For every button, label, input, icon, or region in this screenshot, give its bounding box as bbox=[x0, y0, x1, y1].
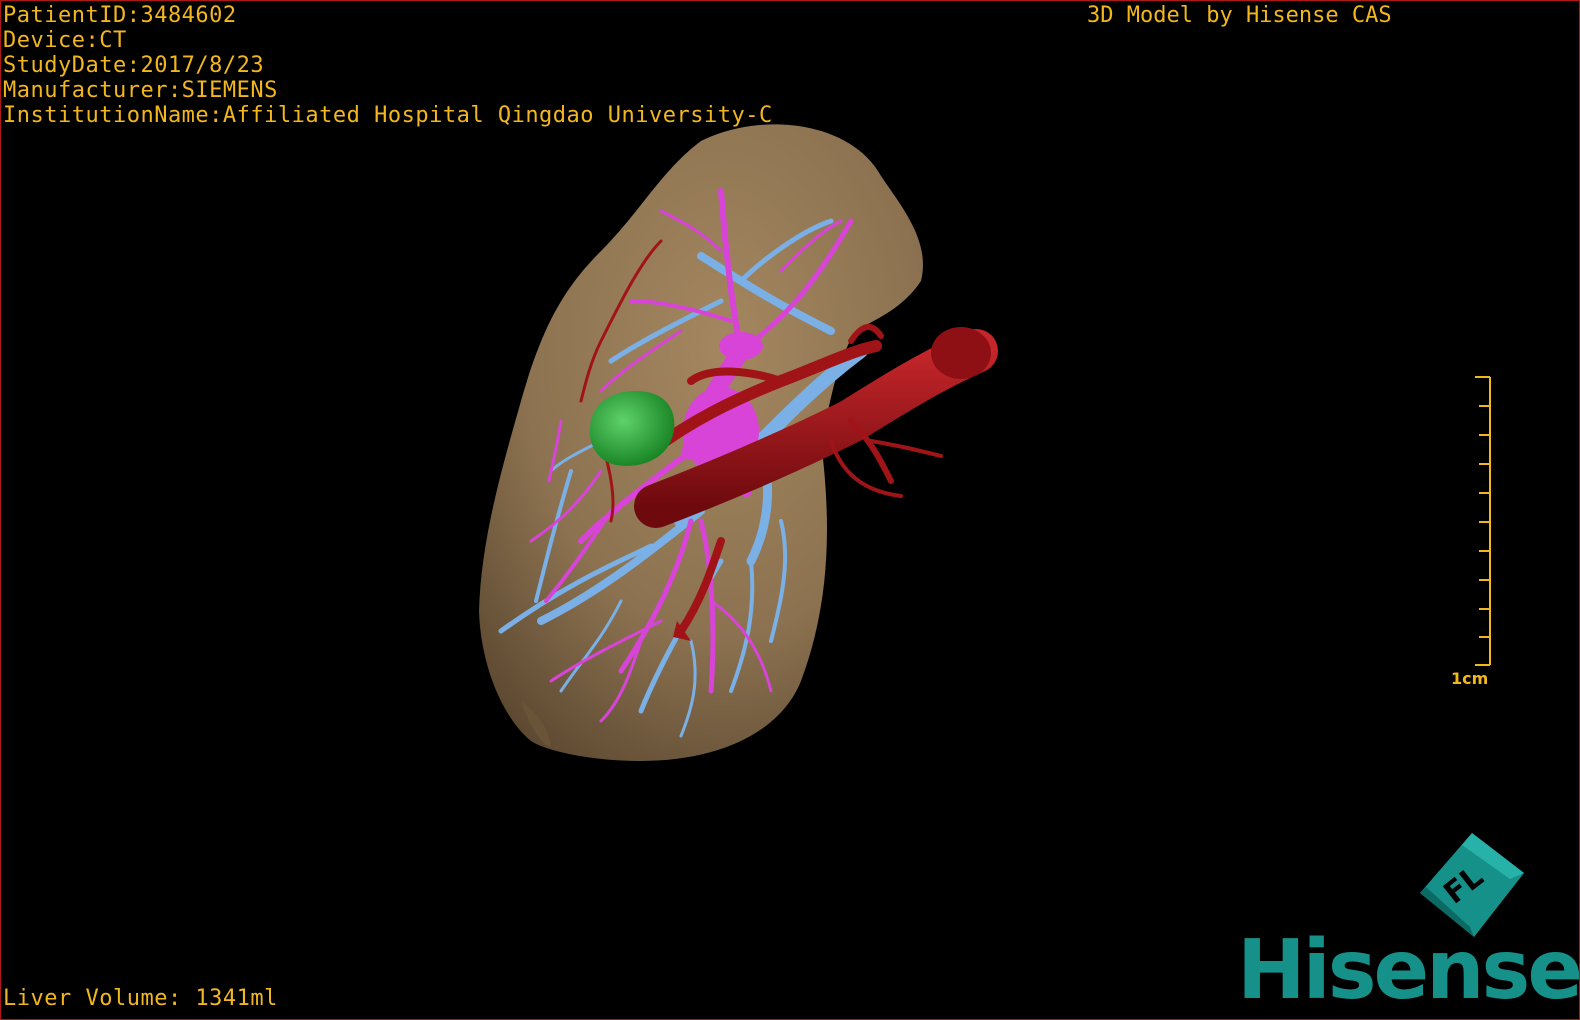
device-label: Device:CT bbox=[3, 28, 127, 53]
institution-label: InstitutionName:Affiliated Hospital Qing… bbox=[3, 103, 773, 128]
hisense-logo: Hisense bbox=[1237, 923, 1580, 1018]
scale-bar-label: 1cm bbox=[1451, 669, 1489, 688]
3d-viewport[interactable]: PatientID:3484602 Device:CT StudyDate:20… bbox=[0, 0, 1580, 1020]
study-date-label: StudyDate:2017/8/23 bbox=[3, 53, 265, 78]
study-info-panel: PatientID:3484602 Device:CT StudyDate:20… bbox=[3, 3, 773, 128]
liver-3d-model[interactable] bbox=[1, 1, 1580, 1020]
liver-volume-label: Liver Volume: 1341ml bbox=[3, 986, 278, 1011]
manufacturer-label: Manufacturer:SIEMENS bbox=[3, 78, 278, 103]
aorta-end bbox=[931, 327, 991, 379]
patient-id-label: PatientID:3484602 bbox=[3, 3, 237, 28]
model-credit-label: 3D Model by Hisense CAS bbox=[1087, 3, 1392, 28]
scale-bar bbox=[1475, 376, 1491, 666]
